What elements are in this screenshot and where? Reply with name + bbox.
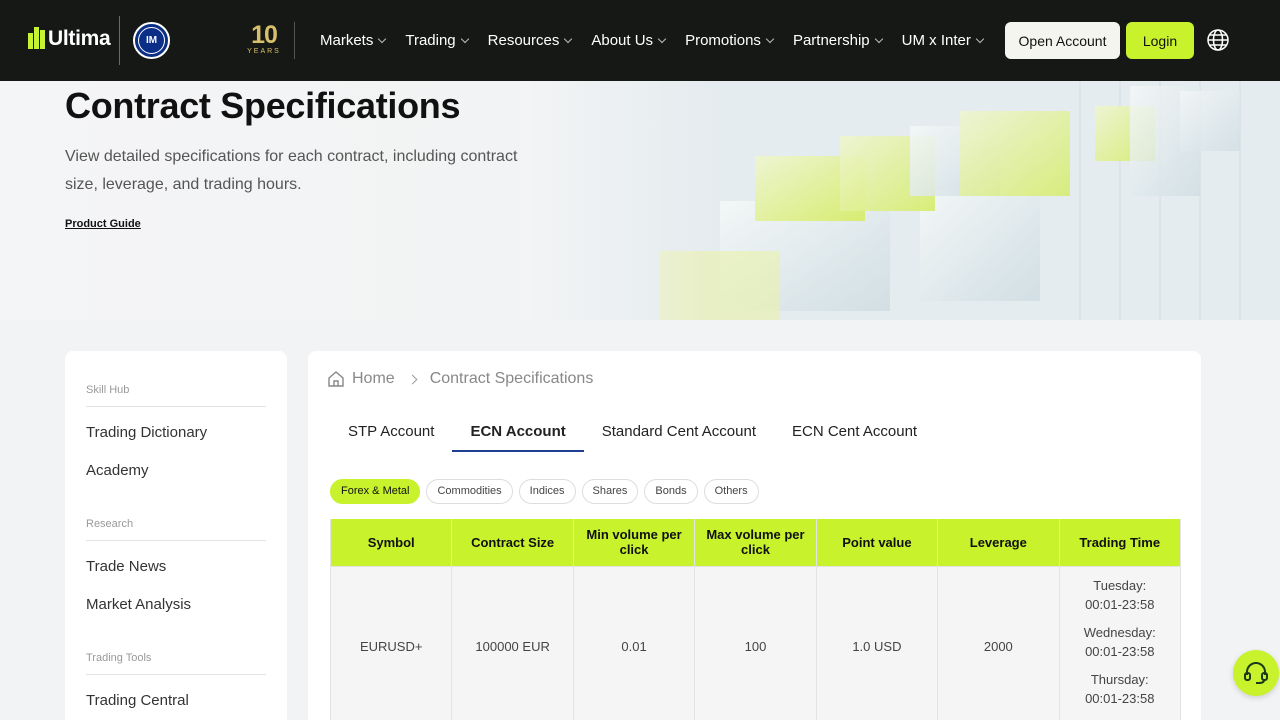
trading-day-entry: Wednesday: 00:01-23:58 [1064,623,1176,661]
trading-day-hours: 00:01-23:58 [1085,596,1155,612]
trading-day-entry: Thursday: 00:01-23:58 [1064,670,1176,708]
globe-icon[interactable] [1206,28,1230,52]
column-header-symbol: Symbol [329,519,453,567]
sidebar-item-trade-news[interactable]: Trade News [86,558,166,575]
support-chat-button[interactable] [1233,650,1279,696]
hero-glass-cubes-illustration [520,81,1280,320]
login-button[interactable]: Login [1126,22,1194,59]
chevron-down-icon [657,34,667,43]
tab-stp-account[interactable]: STP Account [330,411,452,452]
chevron-down-icon [378,34,387,43]
menu-partnership[interactable]: Partnership [793,32,883,49]
filter-others[interactable]: Others [703,479,759,504]
trading-day-name: Wednesday: [1083,624,1156,640]
trading-day-entry: Tuesday: 00:01-23:58 [1064,576,1176,614]
chevron-down-icon [975,34,985,43]
anniversary-number: 10 [251,21,278,49]
column-header-contract-size: Contract Size [451,519,574,567]
filter-indices[interactable]: Indices [518,479,576,504]
sidebar-section-trading-tools: Trading Tools [86,652,152,664]
cell-symbol: EURUSD+ [329,565,453,720]
chevron-down-icon [765,34,775,43]
ten-years-badge: 10 YEARS [245,22,283,55]
filter-bonds[interactable]: Bonds [644,479,698,504]
menu-about-us[interactable]: About Us [591,32,667,49]
cell-leverage: 2000 [937,565,1060,720]
specification-table: Symbol Contract Size Min volume per clic… [329,519,1182,720]
trading-day-name: Tuesday: [1093,577,1147,593]
main-menu: Markets Trading Resources About Us Promo… [320,0,1003,81]
cell-trading-time: Tuesday: 00:01-23:58 Wednesday: 00:01-23… [1058,565,1182,720]
ultima-logo-icon [28,27,45,51]
breadcrumb-home[interactable]: Home [352,370,395,388]
sidebar-section-skill-hub: Skill Hub [86,384,130,396]
column-header-trading-time: Trading Time [1058,519,1182,567]
account-tabs: STP Account ECN Account Standard Cent Ac… [330,411,935,452]
chevron-right-icon [407,374,418,384]
sidebar-item-trading-dictionary[interactable]: Trading Dictionary [86,424,207,441]
column-header-point-value: Point value [815,519,939,567]
chevron-down-icon [564,34,573,43]
trading-day-hours: 00:01-23:58 [1085,690,1155,706]
hero-banner: Contract Specifications View detailed sp… [0,81,1280,320]
logo-divider [119,16,120,65]
cell-point-value: 1.0 USD [815,565,939,720]
cell-contract-size: 100000 EUR [451,565,574,720]
inter-milan-badge-icon: IM [133,22,170,59]
menu-promotions[interactable]: Promotions [685,32,775,49]
ultima-logo[interactable]: Ultima [28,27,111,51]
tab-standard-cent-account[interactable]: Standard Cent Account [584,411,774,452]
chevron-down-icon [874,34,883,43]
tab-ecn-cent-account[interactable]: ECN Cent Account [774,411,935,452]
support-headset-icon [1244,662,1268,684]
sidebar-item-trading-central[interactable]: Trading Central [86,692,189,709]
column-header-min-volume: Min volume per click [572,519,696,567]
filter-forex-metal[interactable]: Forex & Metal [330,479,421,504]
breadcrumb: Home Contract Specifications [326,369,593,389]
filter-shares[interactable]: Shares [581,479,639,504]
nav-divider [294,22,295,59]
top-navigation-bar: Ultima IM 10 YEARS Markets Trading Resou… [0,0,1280,81]
trading-day-name: Thursday: [1090,671,1149,687]
sidebar-section-research: Research [86,518,134,530]
breadcrumb-current: Contract Specifications [429,370,594,387]
menu-resources[interactable]: Resources [488,32,573,49]
cell-max-volume: 100 [694,565,817,720]
sidebar: Skill Hub Trading Dictionary Academy Res… [65,351,287,720]
sidebar-divider [86,674,266,675]
menu-um-x-inter[interactable]: UM x Inter [902,32,985,49]
trading-day-hours: 00:01-23:58 [1085,643,1155,659]
sidebar-item-academy[interactable]: Academy [86,462,149,479]
menu-markets[interactable]: Markets [320,32,387,49]
open-account-button[interactable]: Open Account [1005,22,1120,59]
brand-name: Ultima [48,27,111,50]
cell-min-volume: 0.01 [572,565,696,720]
home-icon[interactable] [326,369,346,389]
sidebar-divider [86,406,266,407]
chevron-down-icon [460,34,469,43]
sidebar-item-market-analysis[interactable]: Market Analysis [86,596,191,613]
page-description: View detailed specifications for each co… [65,148,518,193]
column-header-max-volume: Max volume per click [694,519,817,567]
column-header-leverage: Leverage [937,519,1060,567]
table-header-row: Symbol Contract Size Min volume per clic… [329,519,1182,567]
instrument-filters: Forex & Metal Commodities Indices Shares… [330,479,765,504]
anniversary-text: YEARS [247,48,281,55]
table-row: EURUSD+ 100000 EUR 0.01 100 1.0 USD 2000… [329,565,1182,720]
menu-trading[interactable]: Trading [405,32,469,49]
tab-ecn-account[interactable]: ECN Account [452,411,584,452]
sidebar-divider [86,540,266,541]
page-title: Contract Specifications [65,85,461,126]
product-guide-link[interactable]: Product Guide [65,218,141,230]
contract-spec-panel: Home Contract Specifications STP Account… [308,351,1201,720]
filter-commodities[interactable]: Commodities [426,479,513,504]
